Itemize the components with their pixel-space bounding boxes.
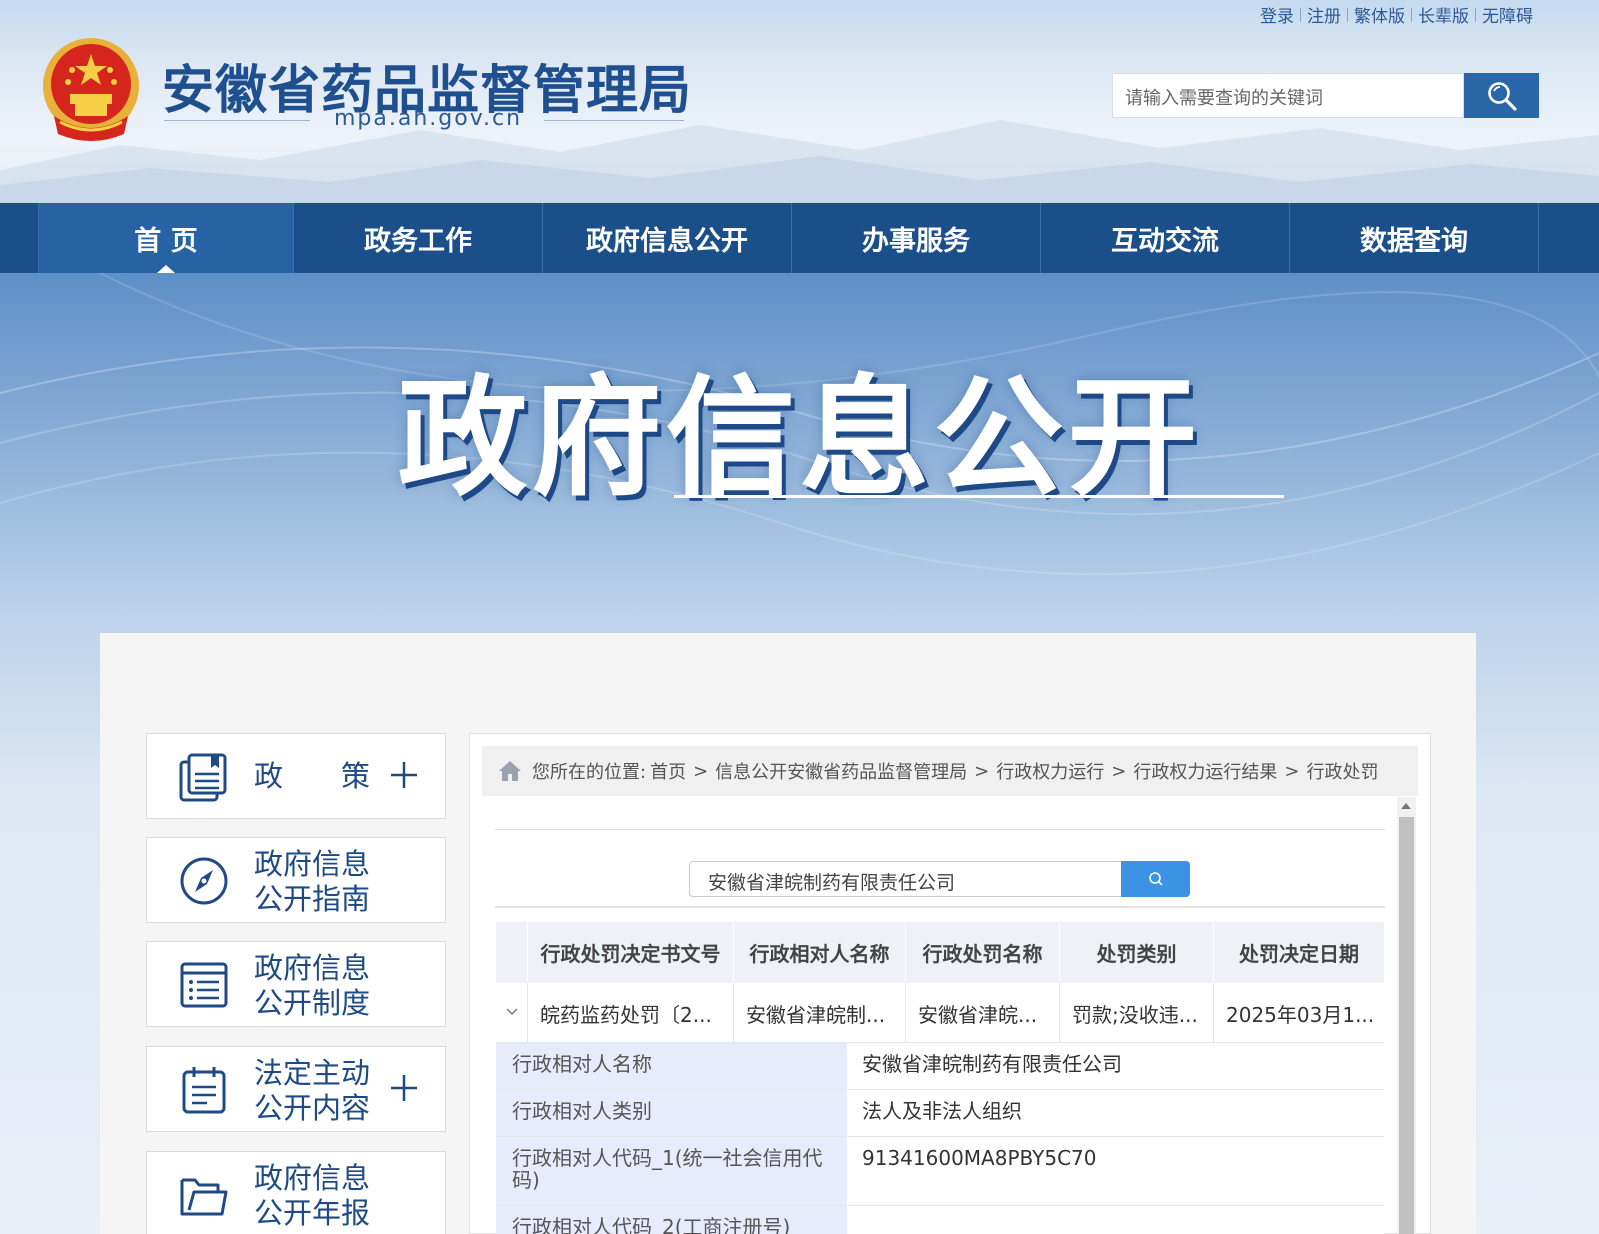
nav-item-label: 政务工作 <box>364 225 472 257</box>
sidebar-item-label: 政 策 <box>254 759 371 793</box>
detail-key: 行政相对人代码_2(工商注册号) <box>496 1206 847 1234</box>
nav-item-label: 办事服务 <box>862 225 970 257</box>
plus-icon[interactable] <box>389 760 419 790</box>
search-icon <box>1148 872 1163 886</box>
table-cell: 安徽省津皖... <box>906 983 1060 1043</box>
site-header: 登录 注册 繁体版 长辈版 无障碍 安徽省药品监督管理局 mpa.ah.gov.… <box>0 0 1599 203</box>
nav-item-data-query[interactable]: 数据查询 <box>1290 203 1539 273</box>
scrollbar[interactable] <box>1397 797 1416 1234</box>
sidebar-item-label-line1: 政府信息 <box>254 951 371 985</box>
sidebar-item-annual-report[interactable]: 政府信息 公开年报 <box>146 1151 446 1234</box>
detail-value: 安徽省津皖制药有限责任公司 <box>847 1043 1384 1089</box>
breadcrumb-separator: > <box>974 760 990 782</box>
nav-item-label: 数据查询 <box>1360 225 1468 257</box>
elder-mode-link[interactable]: 长辈版 <box>1412 2 1475 27</box>
record-search-input[interactable]: 安徽省津皖制药有限责任公司 <box>689 861 1122 897</box>
main-nav: 首 页 政务工作 政府信息公开 办事服务 互动交流 数据查询 <box>0 203 1599 273</box>
sidebar-item-label-line1: 政府信息 <box>254 1161 371 1195</box>
breadcrumb-prefix: 您所在的位置: <box>532 762 647 783</box>
breadcrumb-link-power-results[interactable]: 行政权力运行结果 <box>1133 758 1277 784</box>
table-cell: 安徽省津皖制... <box>734 983 906 1043</box>
record-search-button[interactable] <box>1121 861 1190 897</box>
national-emblem-icon <box>43 38 139 141</box>
divider <box>495 829 1385 830</box>
table-header-cell: 行政处罚名称 <box>906 922 1060 983</box>
breadcrumb-link-info-disclosure[interactable]: 信息公开安徽省药品监督管理局 <box>715 758 967 784</box>
chevron-down-icon <box>506 1008 518 1015</box>
table-header-cell: 处罚决定日期 <box>1239 942 1359 966</box>
divider <box>544 120 684 121</box>
sidebar-item-label-line2: 公开内容 <box>254 1091 371 1125</box>
detail-row: 行政相对人代码_2(工商注册号) <box>496 1206 1384 1234</box>
breadcrumb-link-power-operation[interactable]: 行政权力运行 <box>996 758 1104 784</box>
sidebar-item-label-line2: 公开指南 <box>254 882 371 916</box>
site-domain: mpa.ah.gov.cn <box>334 106 523 131</box>
folder-icon <box>180 1178 228 1216</box>
scrollbar-thumb[interactable] <box>1399 817 1414 1234</box>
home-icon <box>499 761 521 781</box>
table-header-cell: 行政处罚决定书文号 <box>528 922 734 983</box>
detail-key: 行政相对人类别 <box>496 1090 847 1136</box>
login-link[interactable]: 登录 <box>1254 2 1300 27</box>
breadcrumb-separator: > <box>1284 760 1300 782</box>
detail-row: 行政相对人名称 安徽省津皖制药有限责任公司 <box>496 1043 1384 1090</box>
sidebar-item-label-line1: 政府信息 <box>254 847 371 881</box>
sidebar-item-disclosure-system[interactable]: 政府信息 公开制度 <box>146 941 446 1027</box>
detail-value: 法人及非法人组织 <box>847 1090 1384 1136</box>
nav-item-label: 政府信息公开 <box>586 225 748 257</box>
traditional-chinese-link[interactable]: 繁体版 <box>1348 2 1411 27</box>
register-link[interactable]: 注册 <box>1301 2 1347 27</box>
table-cell: 2025年03月1... <box>1226 1002 1375 1027</box>
row-expand-toggle[interactable] <box>496 983 528 1043</box>
search-icon <box>1487 81 1517 111</box>
breadcrumb-link-home[interactable]: 首页 <box>650 758 686 784</box>
table-cell: 皖药监药处罚〔2... <box>528 983 734 1043</box>
nav-item-label: 互动交流 <box>1111 225 1219 257</box>
divider <box>164 120 310 121</box>
nav-item-interaction[interactable]: 互动交流 <box>1041 203 1290 273</box>
nav-item-home[interactable]: 首 页 <box>38 203 294 273</box>
list-icon <box>180 962 228 1008</box>
breadcrumb: 您所在的位置: 首页 > 信息公开安徽省药品监督管理局 > 行政权力运行 > 行… <box>482 746 1418 796</box>
table-header-cell: 行政相对人名称 <box>734 922 906 983</box>
breadcrumb-link-penalty[interactable]: 行政处罚 <box>1306 758 1378 784</box>
table-header-expand-col <box>496 922 528 983</box>
site-search-input[interactable]: 请输入需要查询的关键词 <box>1112 73 1464 118</box>
nav-item-info-disclosure[interactable]: 政府信息公开 <box>543 203 792 273</box>
nav-item-government-work[interactable]: 政务工作 <box>294 203 543 273</box>
banner-title: 政府信息公开 <box>397 362 1202 514</box>
detail-value: 91341600MA8PBY5C70 <box>847 1137 1384 1205</box>
divider <box>495 906 1385 908</box>
active-caret-icon <box>157 265 175 273</box>
sidebar-item-label-line1: 法定主动 <box>254 1056 371 1090</box>
detail-key: 行政相对人名称 <box>496 1043 847 1089</box>
compass-icon <box>180 857 228 905</box>
clipboard-icon <box>182 1067 226 1114</box>
nav-item-label: 首 页 <box>134 225 198 257</box>
table-header-cell: 处罚类别 <box>1060 922 1214 983</box>
banner-underline <box>674 495 1284 498</box>
detail-key: 行政相对人代码_1(统一社会信用代码) <box>496 1137 847 1205</box>
breadcrumb-separator: > <box>1111 760 1127 782</box>
table-cell: 罚款;没收违... <box>1060 983 1214 1043</box>
accessibility-link[interactable]: 无障碍 <box>1476 2 1539 27</box>
table-row[interactable]: 皖药监药处罚〔2... 安徽省津皖制... 安徽省津皖... 罚款;没收违...… <box>496 983 1384 1043</box>
table-header: 行政处罚决定书文号 行政相对人名称 行政处罚名称 处罚类别 处罚决定日期 <box>496 922 1384 983</box>
nav-item-services[interactable]: 办事服务 <box>792 203 1041 273</box>
sidebar-item-statutory-content[interactable]: 法定主动 公开内容 <box>146 1046 446 1132</box>
top-links: 登录 注册 繁体版 长辈版 无障碍 <box>1254 2 1539 27</box>
plus-icon[interactable] <box>389 1073 419 1103</box>
detail-row: 行政相对人类别 法人及非法人组织 <box>496 1090 1384 1137</box>
breadcrumb-separator: > <box>693 760 709 782</box>
scroll-up-arrow-icon[interactable] <box>1401 803 1411 809</box>
sidebar-item-label-line2: 公开制度 <box>254 986 371 1020</box>
detail-row: 行政相对人代码_1(统一社会信用代码) 91341600MA8PBY5C70 <box>496 1137 1384 1206</box>
detail-value <box>847 1206 1384 1234</box>
sidebar-item-policy[interactable]: 政 策 <box>146 733 446 819</box>
sidebar-item-disclosure-guide[interactable]: 政府信息 公开指南 <box>146 837 446 923</box>
site-search-button[interactable] <box>1464 73 1539 118</box>
document-icon <box>179 753 227 802</box>
sidebar-item-label-line2: 公开年报 <box>254 1196 371 1230</box>
